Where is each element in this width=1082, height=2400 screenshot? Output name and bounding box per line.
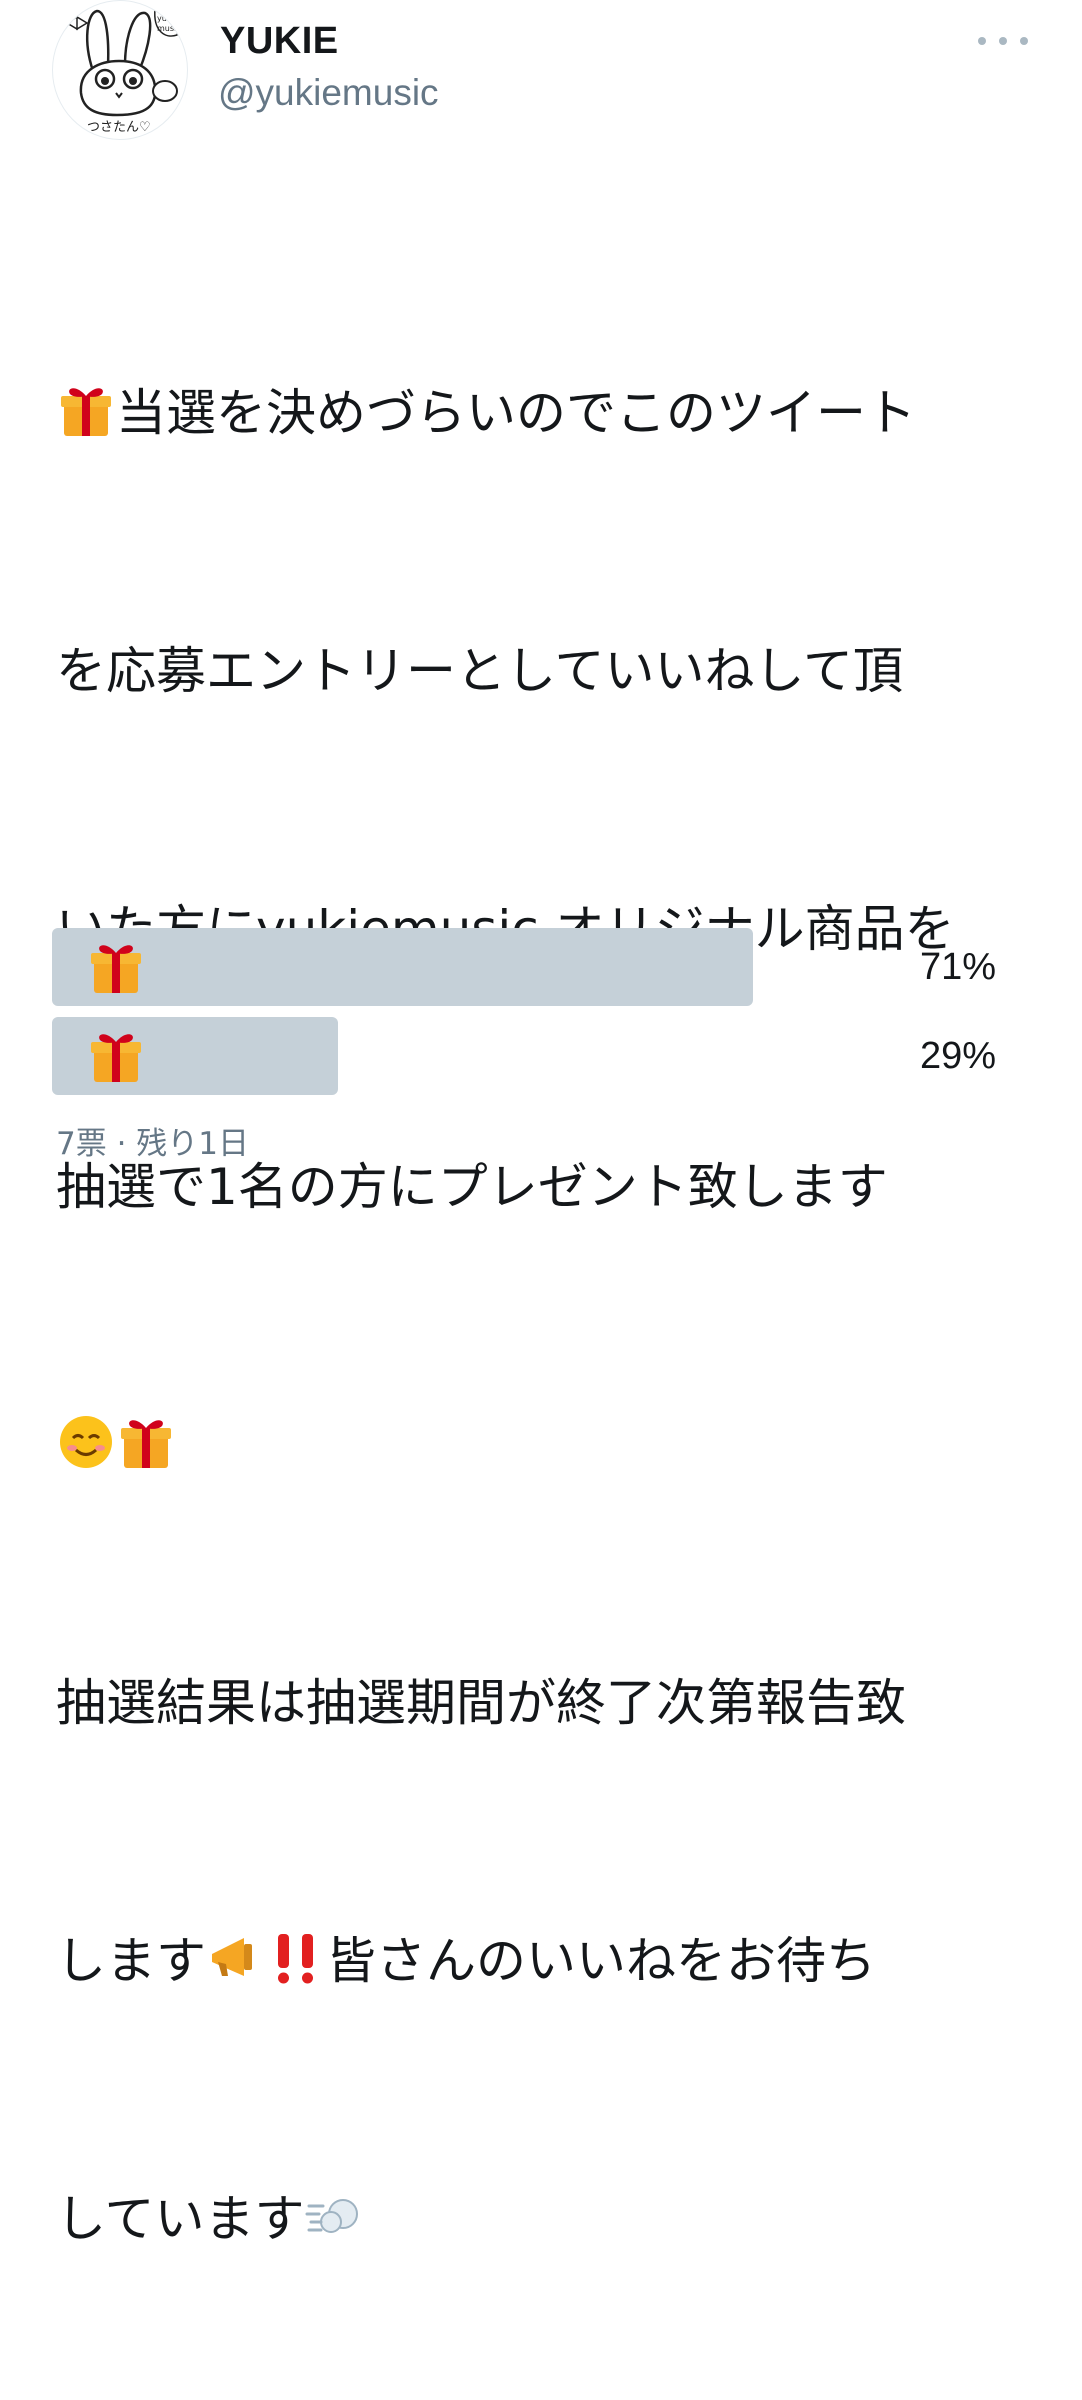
tweet-text-segment: します	[56, 1932, 206, 1990]
tweet-text: 当選を決めづらいのでこのツイート を応募エントリーとしていいねして頂 いた方にy…	[56, 198, 1046, 2400]
tweet-line-8: しています	[56, 2176, 1046, 2262]
svg-text:つさたん♡: つさたん♡	[87, 120, 151, 135]
tweet-text-segment: 抽選で1名の方にプレゼント致します	[56, 1158, 888, 1216]
poll: 71% 29%	[52, 928, 1012, 1106]
tweet-line-2: を応募エントリーとしていいねして頂	[56, 628, 1046, 714]
tweet-text-segment: 抽選結果は抽選期間が終了次第報告致	[56, 1674, 906, 1732]
dash-icon	[305, 2186, 365, 2246]
poll-option-1[interactable]: 71%	[52, 928, 1012, 1008]
avatar[interactable]: yukie music つさたん♡	[52, 0, 188, 140]
megaphone-icon	[206, 1928, 266, 1988]
more-horizontal-icon-dot	[999, 37, 1007, 45]
tweet-text-segment: を応募エントリーとしていいねして頂	[56, 642, 903, 700]
more-horizontal-icon-dot	[1020, 37, 1028, 45]
more-horizontal-icon	[978, 37, 986, 45]
gift-icon	[116, 1412, 176, 1472]
display-name[interactable]: YUKIE	[220, 20, 339, 63]
tweet-text-segment: 当選を決めづらいのでこのツイート	[116, 384, 916, 442]
double-exclamation-icon	[266, 1928, 326, 1988]
tweet-text-segment: 皆さんのいいねをお待ち	[326, 1932, 876, 1990]
tweet: yukie music つさたん♡ YUKIE @yukiemusic 当選を決…	[0, 0, 1082, 2248]
svg-text:music: music	[157, 24, 181, 33]
more-options-button[interactable]	[978, 28, 1028, 54]
gift-icon	[56, 380, 116, 440]
gift-icon	[86, 1026, 146, 1086]
tweet-line-7: します 皆さんのいいねをお待ち	[56, 1918, 1046, 2004]
smiling-face-icon	[56, 1412, 116, 1472]
tweet-line-1: 当選を決めづらいのでこのツイート	[56, 370, 1046, 456]
poll-percent: 71%	[919, 946, 996, 988]
tweet-line-5	[56, 1402, 1046, 1488]
poll-percent: 29%	[919, 1035, 996, 1077]
poll-option-2[interactable]: 29%	[52, 1017, 1012, 1097]
tweet-line-6: 抽選結果は抽選期間が終了次第報告致	[56, 1660, 1046, 1746]
user-handle[interactable]: @yukiemusic	[218, 72, 439, 114]
svg-text:yukie: yukie	[157, 14, 179, 23]
tweet-text-segment: しています	[56, 2190, 305, 2248]
poll-result-bar	[52, 928, 753, 1006]
gift-icon	[86, 937, 146, 997]
poll-meta: 7票 · 残り1日	[56, 1126, 250, 1162]
